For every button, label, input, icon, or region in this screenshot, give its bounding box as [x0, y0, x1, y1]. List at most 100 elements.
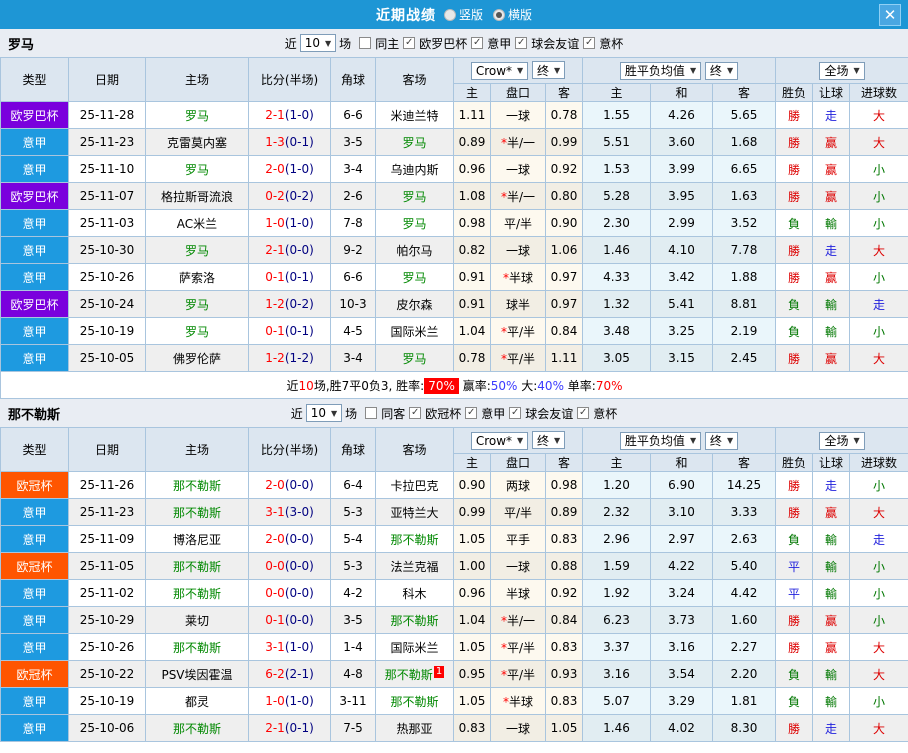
date-cell: 25-10-26	[68, 633, 146, 661]
result-cell: 平	[775, 579, 814, 607]
section-bar-1: 那不勒斯近 10 ▼ 场同客 ✓ 欧冠杯 ✓ 意甲 ✓ 球会友谊 ✓ 意杯	[0, 399, 908, 427]
summary-part: 70%	[595, 378, 623, 393]
league-checkbox-0[interactable]: ✓	[403, 37, 416, 49]
handicap-cell: 平手	[490, 525, 546, 553]
league-checkbox-2[interactable]: ✓	[515, 37, 528, 49]
same-venue-checkbox[interactable]	[365, 407, 378, 419]
home-odds-cell: 0.91	[453, 263, 491, 291]
result-cell: 勝	[775, 182, 814, 210]
col-header: 比分(半场)	[248, 57, 331, 102]
mean-home-cell: 2.30	[582, 209, 652, 237]
away-team-cell: 米迪兰特	[375, 101, 454, 129]
home-odds-cell: 0.95	[453, 660, 491, 688]
bookmaker-dropdown[interactable]: Crow* ▼	[470, 431, 529, 450]
sub-col-header: 胜负	[775, 83, 814, 102]
radio-icon[interactable]	[493, 8, 505, 21]
handicap-result-cell: 輸	[812, 579, 851, 607]
date-cell: 25-10-19	[68, 317, 146, 345]
match-row: 意甲 25-11-02 那不勒斯 0-0(0-0) 4-2 科木 0.96 半球 0.92 1.9…	[0, 579, 908, 607]
handicap-cell: 一球	[490, 552, 546, 580]
match-count-dropdown[interactable]: 10 ▼	[305, 404, 343, 422]
mean-stage-dropdown[interactable]: 终 ▼	[704, 431, 739, 450]
summary-part: 近	[286, 378, 299, 393]
away-team-cell: 皮尔森	[375, 290, 454, 318]
handicap-cell: *半球	[490, 687, 546, 715]
result-cell: 勝	[775, 471, 814, 499]
match-row: 意甲 25-10-26 那不勒斯 3-1(1-0) 1-4 国际米兰 1.05 *平/半 0.8…	[0, 633, 908, 661]
mean-dropdowns-cell: 胜平负均值 ▼ 终 ▼	[582, 427, 777, 454]
mean-draw-cell: 3.73	[650, 606, 714, 634]
home-odds-cell: 1.05	[453, 687, 491, 715]
date-cell: 25-10-24	[68, 290, 146, 318]
home-odds-cell: 1.04	[453, 317, 491, 345]
recent-results-window: 近期战绩 竖版 横版 ✕ 罗马近 10 ▼ 场同主 ✓ 欧罗巴杯 ✓ 意甲 ✓ 球会友谊 ✓ 意杯 类型日…	[0, 0, 908, 753]
league-checkbox-0[interactable]: ✓	[409, 407, 422, 419]
home-odds-cell: 0.82	[453, 236, 491, 264]
corner-cell: 7-5	[330, 714, 376, 742]
league-checkbox-2[interactable]: ✓	[509, 407, 522, 419]
away-odds-cell: 0.92	[544, 579, 584, 607]
chevron-down-icon: ▼	[325, 38, 332, 48]
home-team-cell: PSV埃因霍温	[145, 660, 249, 688]
summary-part: 大:	[517, 378, 538, 393]
league-checkbox-1[interactable]: ✓	[465, 407, 478, 419]
team-name: 罗马	[8, 37, 35, 53]
result-cell: 勝	[775, 236, 814, 264]
odds-stage-dropdown[interactable]: 终 ▼	[532, 431, 566, 450]
fulltime-dropdown[interactable]: 全场 ▼	[819, 431, 865, 450]
handicap-cell: *半球	[490, 263, 546, 291]
mean-dropdown[interactable]: 胜平负均值 ▼	[619, 61, 702, 80]
handicap-result-cell: 輸	[812, 290, 851, 318]
match-count-dropdown[interactable]: 10 ▼	[299, 34, 337, 52]
col-header: 日期	[68, 427, 146, 472]
goals-result-cell: 大	[849, 660, 908, 688]
handicap-cell: *平/半	[490, 633, 546, 661]
away-team-cell: 那不勒斯 1	[375, 660, 454, 688]
same-venue-label: 同主	[375, 36, 400, 51]
match-count-dropdown-label: 10	[310, 406, 327, 420]
col-header: 客场	[375, 427, 454, 472]
near-label: 近	[284, 36, 297, 51]
handicap-cell: 半球	[490, 579, 546, 607]
mean-home-cell: 5.51	[582, 128, 652, 156]
same-venue-checkbox[interactable]	[359, 37, 372, 49]
match-row: 意甲 25-11-09 博洛尼亚 2-0(0-0) 5-4 那不勒斯 1.05 平手 0.83 2…	[0, 525, 908, 553]
odds-stage-dropdown[interactable]: 终 ▼	[532, 61, 566, 80]
mean-away-cell: 2.20	[712, 660, 777, 688]
mean-home-cell: 1.46	[582, 236, 652, 264]
sub-col-header: 让球	[812, 83, 851, 102]
handicap-cell: 平/半	[490, 498, 546, 526]
radio-icon[interactable]	[443, 8, 456, 21]
date-cell: 25-11-09	[68, 525, 146, 553]
goals-result-cell: 小	[849, 182, 908, 210]
away-team-cell: 罗马	[375, 128, 454, 156]
fulltime-dropdown[interactable]: 全场 ▼	[819, 61, 865, 80]
result-cell: 勝	[775, 633, 814, 661]
mean-home-cell: 4.33	[582, 263, 652, 291]
league-checkbox-1[interactable]: ✓	[471, 37, 484, 49]
close-icon[interactable]: ✕	[879, 4, 901, 26]
goals-result-cell: 小	[849, 687, 908, 715]
away-team-cell: 罗马	[375, 344, 454, 372]
corner-cell: 6-6	[330, 263, 376, 291]
away-team-cell: 帕尔马	[375, 236, 454, 264]
league-label-0: 欧罗巴杯	[419, 36, 468, 51]
league-checkbox-3[interactable]: ✓	[583, 37, 596, 49]
layout-radio-0[interactable]: 竖版	[443, 6, 483, 23]
away-odds-cell: 0.98	[544, 471, 584, 499]
mean-away-cell: 8.81	[712, 290, 777, 318]
bookmaker-dropdown-label: Crow*	[475, 433, 513, 448]
handicap-result-cell: 赢	[812, 155, 851, 183]
mean-draw-cell: 3.24	[650, 579, 714, 607]
mean-dropdown[interactable]: 胜平负均值 ▼	[619, 431, 702, 450]
league-checkbox-3[interactable]: ✓	[577, 407, 590, 419]
layout-radio-1[interactable]: 横版	[493, 6, 532, 23]
away-odds-cell: 0.92	[544, 155, 584, 183]
mean-stage-dropdown[interactable]: 终 ▼	[704, 61, 739, 80]
away-team-cell: 罗马	[375, 263, 454, 291]
fulltime-dropdown-label: 全场	[824, 434, 849, 448]
score-cell: 0-1(0-1)	[248, 263, 331, 291]
bookmaker-dropdown[interactable]: Crow* ▼	[470, 61, 529, 80]
away-team-cell: 科木	[375, 579, 454, 607]
mean-away-cell: 5.65	[712, 101, 777, 129]
